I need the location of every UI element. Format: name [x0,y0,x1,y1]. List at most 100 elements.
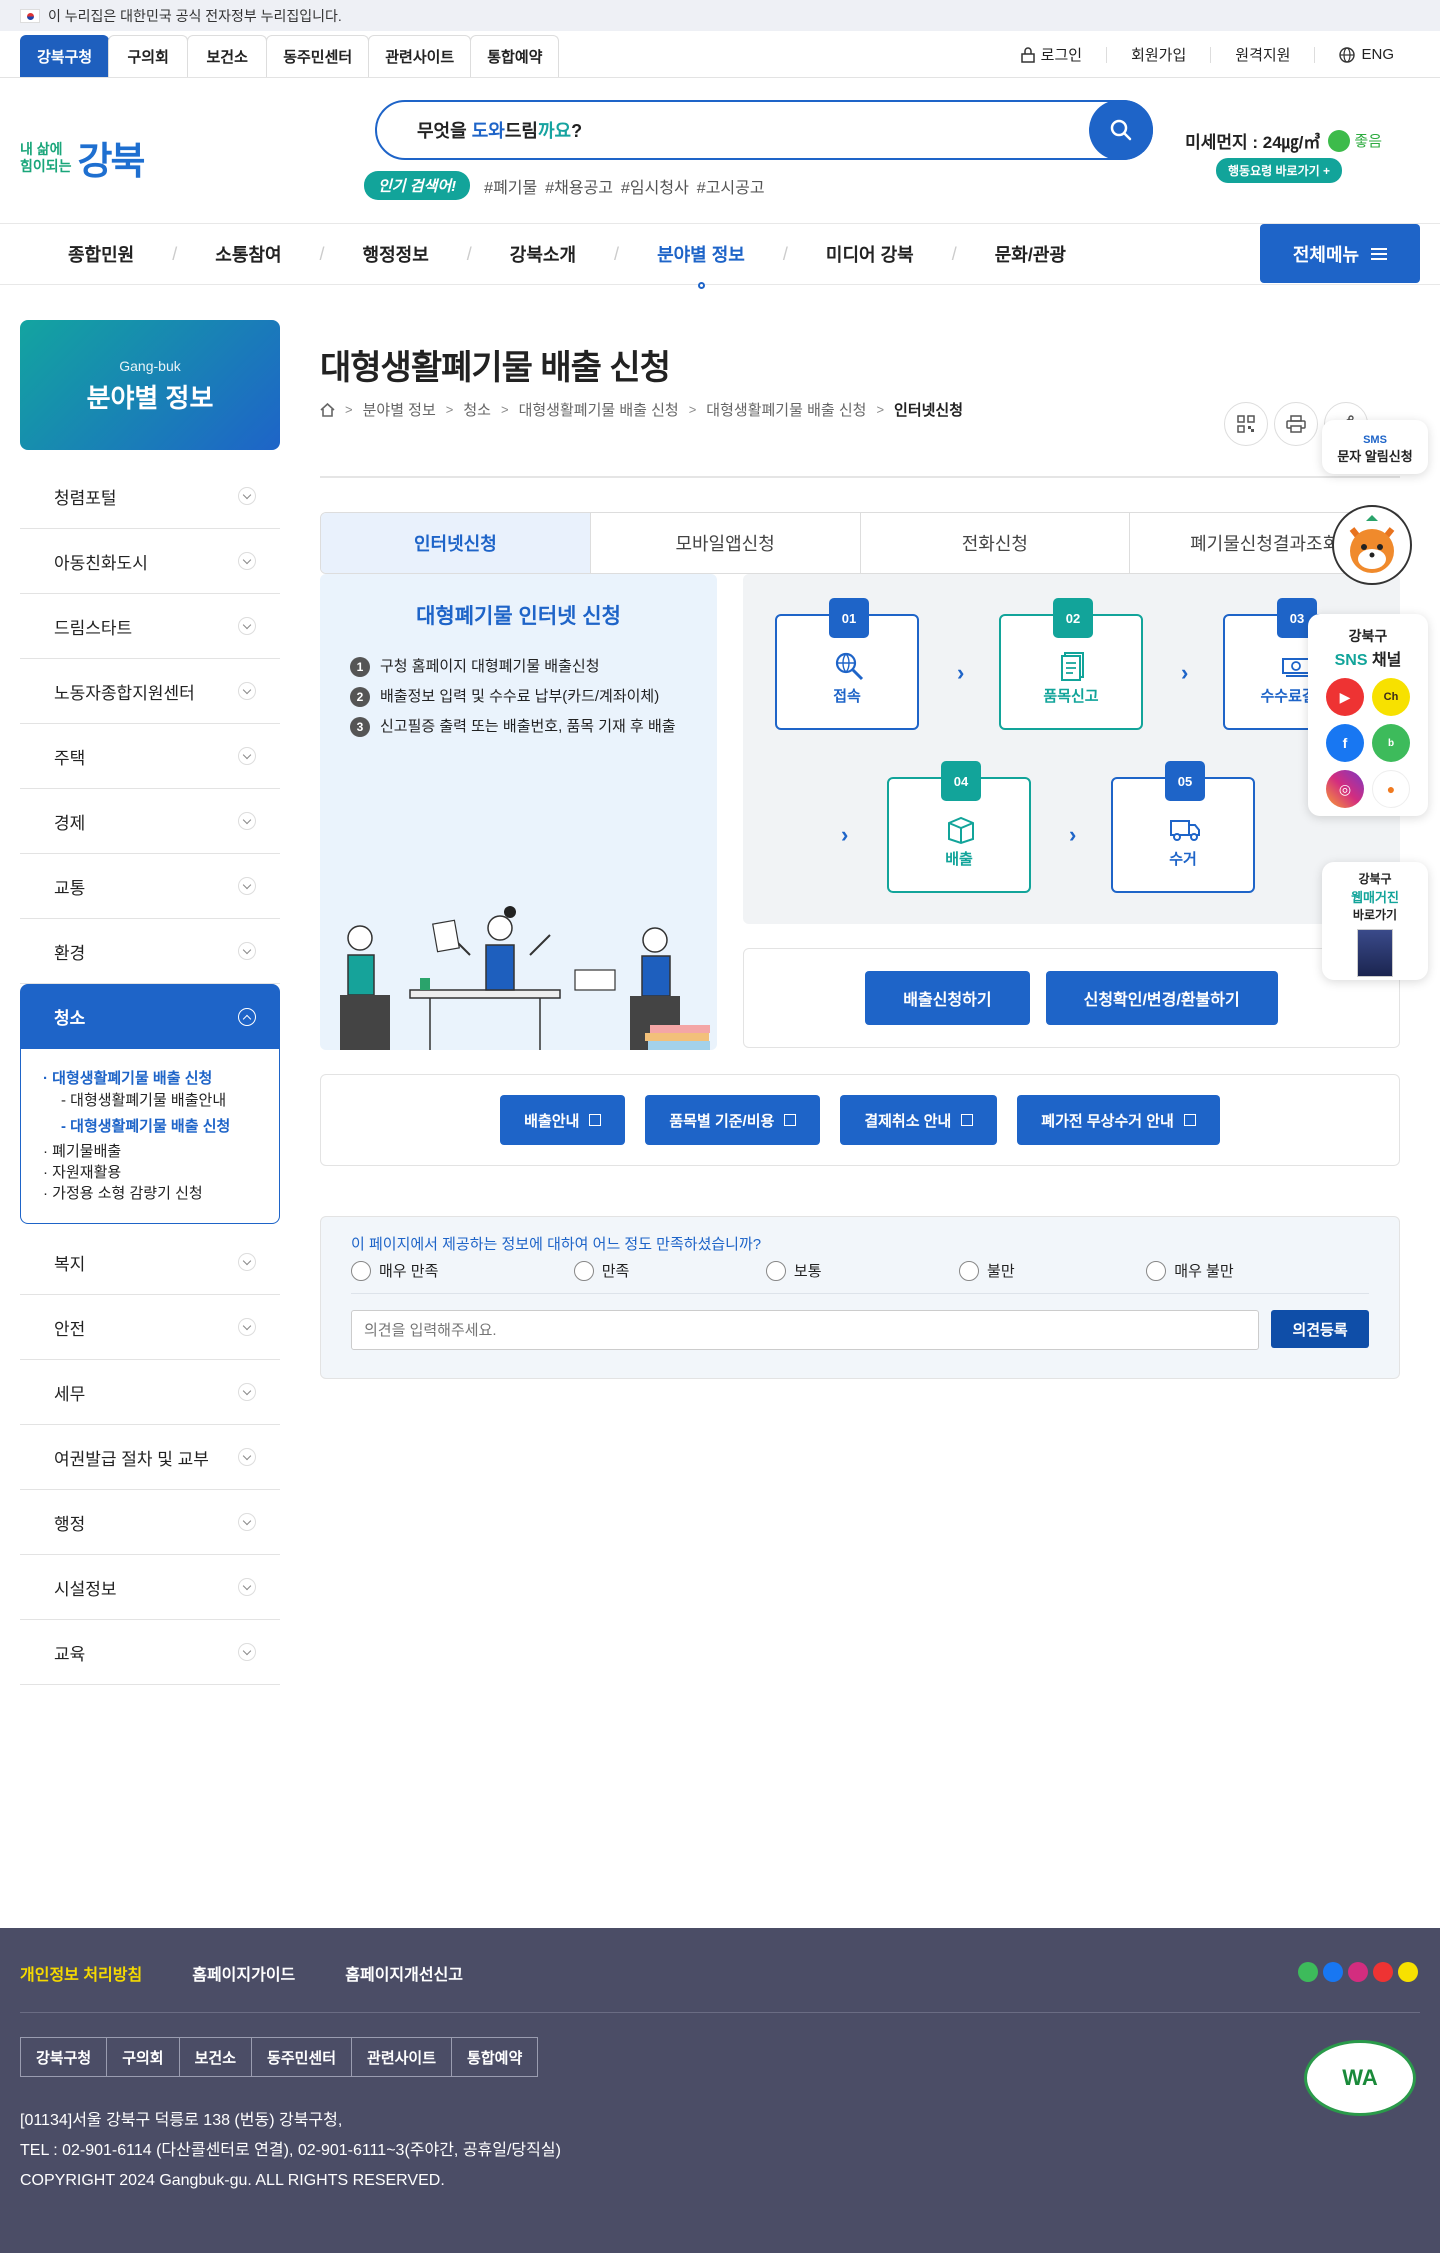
footer-tab[interactable]: 통합예약 [451,2037,539,2077]
youtube-icon[interactable] [1373,1962,1393,1982]
action-guide-link[interactable]: 행동요령 바로가기 + [1216,158,1342,183]
apply-discharge-button[interactable]: 배출신청하기 [865,971,1030,1025]
free-appliance-pickup-link[interactable]: 폐가전 무상수거 안내 [1017,1095,1220,1145]
side-item[interactable]: 노동자종합지원센터 [20,659,280,724]
gnb-participation[interactable]: 소통참여 [177,224,319,285]
homepage-guide-link[interactable]: 홈페이지가이드 [192,1961,295,1985]
join-link[interactable]: 회원가입 [1106,46,1210,64]
side-item[interactable]: 청렴포털 [20,464,280,529]
improvement-report-link[interactable]: 홈페이지개선신고 [345,1961,463,1985]
gnb-culture[interactable]: 문화/관광 [957,224,1104,285]
radio-button[interactable] [959,1260,980,1281]
kakao-icon[interactable] [1398,1962,1418,1982]
all-menu-button[interactable]: 전체메뉴 [1260,224,1420,283]
gnb-about[interactable]: 강북소개 [472,224,614,285]
language-link[interactable]: ENG [1314,46,1418,63]
tab-phone[interactable]: 전화신청 [859,513,1130,573]
facebook-icon[interactable]: f [1326,724,1364,762]
breadcrumb-item[interactable]: 분야별 정보 [363,399,436,420]
home-icon[interactable] [320,402,335,417]
payment-cancel-link[interactable]: 결제취소 안내 [840,1095,998,1145]
side-item[interactable]: 아동친화도시 [20,529,280,594]
process-step: 01 접속 [775,598,919,730]
side-item[interactable]: 시설정보 [20,1555,280,1620]
side-item[interactable]: 안전 [20,1295,280,1360]
gnb-media[interactable]: 미디어 강북 [788,224,952,285]
opinion-input[interactable] [351,1310,1260,1350]
footer-tab[interactable]: 강북구청 [20,2037,108,2077]
submenu-item[interactable]: · 가정용 소형 감량기 신청 [43,1182,279,1203]
search-button[interactable] [1089,100,1153,160]
site-logo[interactable]: 내 삶에 힘이되는 강북 [20,130,145,185]
radio-button[interactable] [351,1260,371,1281]
band-icon[interactable] [1298,1962,1318,1982]
side-item[interactable]: 행정 [20,1490,280,1555]
side-item[interactable]: 주택 [20,724,280,789]
confirm-change-refund-button[interactable]: 신청확인/변경/환불하기 [1045,971,1278,1025]
side-item[interactable]: 드림스타트 [20,594,280,659]
site-tab-community[interactable]: 동주민센터 [266,35,370,77]
footer-tab[interactable]: 구의회 [106,2037,180,2077]
login-link[interactable]: 로그인 [997,46,1106,64]
remote-support-link[interactable]: 원격지원 [1210,46,1314,64]
breadcrumb-item[interactable]: 대형생활폐기물 배출 신청 [706,399,866,420]
footer-tab[interactable]: 관련사이트 [351,2037,453,2077]
search-box[interactable]: 무엇을 도와드림까요? [375,100,1153,160]
radio-button[interactable] [765,1260,786,1281]
side-item-active[interactable]: 청소 [20,984,280,1049]
submit-opinion-button[interactable]: 의견등록 [1271,1310,1369,1348]
rating-very-satisfied[interactable]: 매우 만족 [351,1260,574,1281]
keyword-tag[interactable]: #폐기물 [484,174,537,198]
facebook-icon[interactable] [1323,1962,1343,1982]
submenu-item[interactable]: · 대형생활폐기물 배출 신청 [43,1067,279,1088]
radio-button[interactable] [573,1260,594,1281]
side-item[interactable]: 환경 [20,919,280,984]
breadcrumb-item[interactable]: 대형생활폐기물 배출 신청 [519,399,679,420]
keyword-tag[interactable]: #임시청사 [621,174,689,198]
kakao-channel-icon[interactable]: Ch [1372,678,1410,716]
rating-neutral[interactable]: 보통 [765,1260,959,1281]
radio-button[interactable] [1146,1260,1167,1281]
band-icon[interactable]: b [1372,724,1410,762]
privacy-policy-link[interactable]: 개인정보 처리방침 [20,1961,142,1985]
rating-satisfied[interactable]: 만족 [573,1260,766,1281]
gnb-civil[interactable]: 종합민원 [30,224,172,285]
side-item[interactable]: 복지 [20,1230,280,1295]
submenu-item[interactable]: · 폐기물배출 [43,1140,279,1161]
keyword-tag[interactable]: #채용공고 [545,174,613,198]
instagram-icon[interactable]: ◎ [1326,770,1364,808]
submenu-item-current[interactable]: - 대형생활폐기물 배출 신청 [43,1114,279,1140]
site-tab-council[interactable]: 구의회 [108,35,189,77]
instagram-icon[interactable] [1348,1962,1368,1982]
submenu-item[interactable]: · 자원재활용 [43,1161,279,1182]
footer-tab[interactable]: 동주민센터 [251,2037,353,2077]
site-tab-related[interactable]: 관련사이트 [368,35,472,77]
submenu-item[interactable]: - 대형생활폐기물 배출안내 [43,1088,279,1114]
rating-dissatisfied[interactable]: 불만 [959,1260,1146,1281]
side-item[interactable]: 교육 [20,1620,280,1685]
keyword-tag[interactable]: #고시공고 [697,174,765,198]
side-item[interactable]: 여권발급 절차 및 교부 [20,1425,280,1490]
sms-alert-quick-link[interactable]: SMS 문자 알림신청 [1322,420,1428,474]
site-tab-health[interactable]: 보건소 [187,35,268,77]
discharge-guide-link[interactable]: 배출안내 [500,1095,626,1145]
youtube-icon[interactable]: ▶ [1326,678,1364,716]
breadcrumb-item[interactable]: 청소 [463,399,491,420]
rating-very-dissatisfied[interactable]: 매우 불만 [1146,1260,1369,1281]
print-button[interactable] [1274,402,1318,446]
item-cost-link[interactable]: 품목별 기준/비용 [645,1095,821,1145]
site-tab-reservation[interactable]: 통합예약 [470,35,560,77]
gnb-field-info[interactable]: 분야별 정보 [619,224,783,289]
side-item[interactable]: 세무 [20,1360,280,1425]
side-item[interactable]: 교통 [20,854,280,919]
gnb-admin[interactable]: 행정정보 [325,224,467,285]
site-tab-gangbuk[interactable]: 강북구청 [20,35,110,77]
mascot-icon[interactable] [1332,505,1412,585]
qr-code-button[interactable] [1224,402,1268,446]
tab-internet[interactable]: 인터넷신청 [321,513,590,573]
footer-tab[interactable]: 보건소 [178,2037,253,2077]
side-item[interactable]: 경제 [20,789,280,854]
daum-story-icon[interactable]: ● [1372,770,1410,808]
web-magazine-quick-link[interactable]: 강북구 웹매거진 바로가기 [1322,862,1428,980]
tab-mobile[interactable]: 모바일앱신청 [589,513,860,573]
